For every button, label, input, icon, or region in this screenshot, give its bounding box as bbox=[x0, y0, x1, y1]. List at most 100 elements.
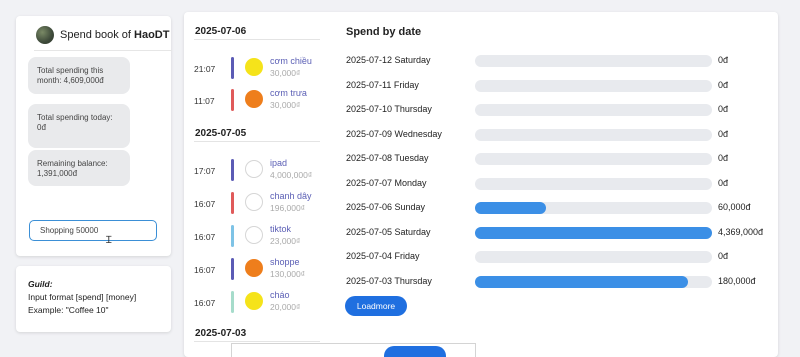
stat-today-spending: Total spending today: 0đ bbox=[28, 104, 130, 148]
avatar bbox=[36, 26, 54, 44]
chart-title: Spend by date bbox=[346, 26, 422, 38]
category-circle-icon bbox=[245, 292, 263, 310]
transaction-amount: 30,000₫ bbox=[270, 100, 301, 110]
chart-category-label: 2025-07-06 Sunday bbox=[346, 202, 426, 212]
transaction-name: cháo bbox=[270, 290, 290, 300]
title-prefix: Spend book of bbox=[60, 29, 135, 41]
category-circle-icon bbox=[245, 160, 263, 178]
transaction-time: 16:07 bbox=[194, 232, 216, 242]
transaction-time: 16:07 bbox=[194, 298, 216, 308]
category-bar bbox=[231, 192, 234, 214]
chart-value-label: 0đ bbox=[718, 251, 729, 261]
chart-category-label: 2025-07-12 Saturday bbox=[346, 55, 431, 65]
chart-value-label: 0đ bbox=[718, 177, 729, 188]
category-circle-icon bbox=[245, 259, 263, 277]
profile-title: Spend book of HaoDT bbox=[60, 29, 169, 41]
date-divider bbox=[194, 39, 320, 40]
transaction-name: cơm chiều bbox=[270, 56, 312, 66]
chart-row: 2025-07-04 Friday 0đ bbox=[346, 250, 776, 264]
transaction-time: 16:07 bbox=[194, 199, 216, 209]
profile-header: Spend book of HaoDT bbox=[36, 26, 169, 44]
transaction-item[interactable]: 16:07 tiktok 23,000₫ bbox=[194, 223, 324, 251]
chart-row: 2025-07-11 Friday 0đ bbox=[346, 79, 776, 93]
guild-text: Guild: Input format [spend] [money] Exam… bbox=[28, 278, 136, 317]
transaction-name: cơm trưa bbox=[270, 88, 307, 98]
loadmore-button[interactable]: Loadmore bbox=[345, 296, 407, 316]
chart-row: 2025-07-06 Sunday 60,000đ bbox=[346, 201, 776, 215]
stat-remaining-balance: Remaining balance: 1,391,000đ bbox=[28, 150, 130, 186]
main-panel: 2025-07-06 21:07 cơm chiều 30,000₫ 11:07 cơm … bbox=[184, 12, 778, 357]
chart-row: 2025-07-03 Thursday 180,000đ bbox=[346, 275, 776, 289]
partial-button[interactable] bbox=[384, 346, 446, 357]
date-heading: 2025-07-03 bbox=[195, 328, 247, 339]
chart-category-label: 2025-07-09 Wednesday bbox=[346, 128, 442, 139]
chart-value-label: 60,000đ bbox=[718, 202, 751, 212]
category-bar bbox=[231, 89, 234, 111]
transaction-item[interactable]: 16:07 cháo 20,000₫ bbox=[194, 289, 324, 317]
transaction-item[interactable]: 11:07 cơm trưa 30,000₫ bbox=[194, 87, 324, 115]
guild-example-line: Example: "Coffee 10" bbox=[28, 305, 109, 315]
transaction-name: shoppe bbox=[270, 257, 300, 267]
chart-value-label: 0đ bbox=[718, 104, 729, 114]
chart-bar bbox=[475, 275, 688, 288]
chart-value-label: 180,000đ bbox=[718, 275, 756, 286]
date-heading: 2025-07-06 bbox=[195, 26, 247, 37]
spend-input[interactable]: Shopping 50000 bbox=[29, 220, 157, 241]
transaction-item[interactable]: 21:07 cơm chiều 30,000₫ bbox=[194, 55, 324, 83]
chart-category-label: 2025-07-03 Thursday bbox=[346, 275, 432, 286]
chart-category-label: 2025-07-08 Tuesday bbox=[346, 153, 429, 163]
chart-bar-track bbox=[475, 128, 712, 141]
category-circle-icon bbox=[245, 226, 263, 244]
divider bbox=[34, 50, 172, 51]
transaction-amount: 130,000₫ bbox=[270, 269, 306, 279]
chart-row: 2025-07-10 Thursday 0đ bbox=[346, 103, 776, 117]
transaction-amount: 23,000₫ bbox=[270, 236, 301, 246]
chart-bar-track bbox=[475, 153, 712, 165]
chart-bar-track bbox=[475, 177, 712, 190]
transaction-time: 11:07 bbox=[194, 96, 215, 106]
category-bar bbox=[231, 57, 234, 79]
chart-row: 2025-07-08 Tuesday 0đ bbox=[346, 152, 776, 166]
chart-value-label: 0đ bbox=[718, 79, 729, 90]
category-bar bbox=[231, 258, 234, 280]
transaction-name: chanh dây bbox=[270, 191, 312, 201]
chart-value-label: 0đ bbox=[718, 153, 729, 163]
transaction-name: tiktok bbox=[270, 224, 292, 234]
transaction-item[interactable]: 16:07 shoppe 130,000₫ bbox=[194, 256, 324, 284]
chart-bar-track bbox=[475, 104, 712, 116]
chart-category-label: 2025-07-07 Monday bbox=[346, 177, 427, 188]
owner-name: HaoDT bbox=[134, 29, 170, 41]
transaction-amount: 30,000₫ bbox=[270, 68, 301, 78]
category-bar bbox=[231, 225, 234, 247]
text-cursor-icon: Ɪ bbox=[106, 235, 112, 246]
transaction-time: 16:07 bbox=[194, 265, 216, 275]
chart-bar-track bbox=[475, 251, 712, 263]
category-bar bbox=[231, 159, 234, 181]
chart-row: 2025-07-09 Wednesday 0đ bbox=[346, 128, 776, 142]
transaction-item[interactable]: 17:07 ipad 4,000,000₫ bbox=[194, 157, 324, 185]
guild-card: Guild: Input format [spend] [money] Exam… bbox=[16, 266, 171, 332]
chart-value-label: 0đ bbox=[718, 55, 729, 65]
transaction-name: ipad bbox=[270, 158, 288, 168]
date-divider bbox=[194, 341, 320, 342]
transaction-time: 17:07 bbox=[194, 166, 216, 176]
guild-heading: Guild: bbox=[28, 279, 53, 289]
chart-row: 2025-07-05 Saturday 4,369,000đ bbox=[346, 226, 776, 240]
chart-bar bbox=[475, 226, 712, 239]
transaction-item[interactable]: 16:07 chanh dây 196,000₫ bbox=[194, 190, 324, 218]
chart-bar-track bbox=[475, 79, 712, 92]
chart-bar bbox=[475, 202, 546, 214]
chart-bar-track bbox=[475, 55, 712, 67]
chart-value-label: 4,369,000đ bbox=[718, 226, 764, 237]
transaction-amount: 196,000₫ bbox=[270, 203, 306, 213]
date-divider bbox=[194, 141, 320, 142]
chart-bar-track bbox=[475, 202, 712, 214]
stat-month-spending: Total spending this month: 4,609,000đ bbox=[28, 57, 130, 94]
category-circle-icon bbox=[245, 193, 263, 211]
category-circle-icon bbox=[245, 58, 263, 76]
chart-bar-track bbox=[475, 226, 712, 239]
date-heading: 2025-07-05 bbox=[195, 128, 247, 139]
category-circle-icon bbox=[245, 90, 263, 108]
chart-category-label: 2025-07-11 Friday bbox=[346, 79, 419, 90]
category-bar bbox=[231, 291, 234, 313]
